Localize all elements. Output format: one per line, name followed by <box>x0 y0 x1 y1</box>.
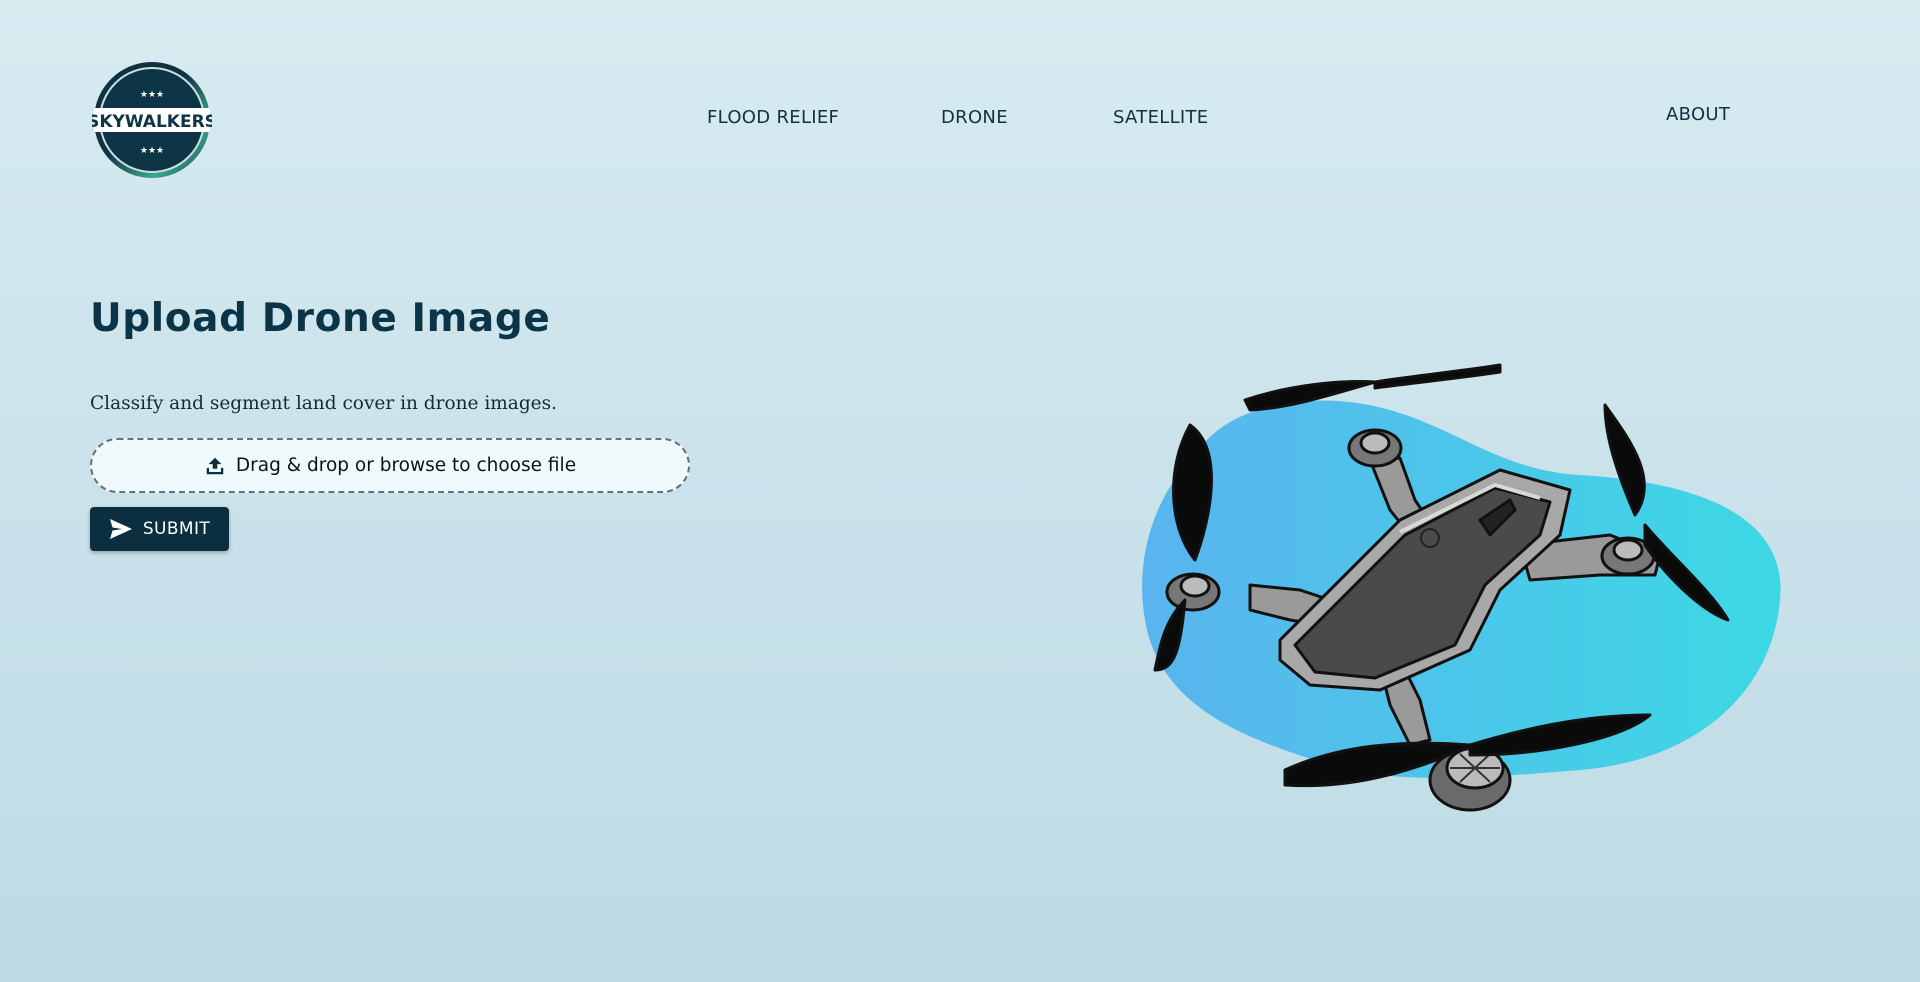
submit-button[interactable]: SUBMIT <box>90 507 229 551</box>
nav-drone[interactable]: DRONE <box>941 107 1008 128</box>
submit-label: SUBMIT <box>142 519 211 539</box>
page-title: Upload Drone Image <box>90 296 551 341</box>
svg-text:★★★: ★★★ <box>140 146 164 156</box>
main-nav: FLOOD RELIEF DRONE SATELLITE ABOUT <box>0 104 1920 131</box>
nav-about[interactable]: ABOUT <box>1666 104 1730 125</box>
drone-illustration <box>1142 363 1781 812</box>
nav-flood-relief[interactable]: FLOOD RELIEF <box>707 107 839 128</box>
upload-icon <box>206 457 224 474</box>
page-subtitle: Classify and segment land cover in drone… <box>90 393 557 414</box>
svg-text:★★★: ★★★ <box>140 90 164 100</box>
send-icon <box>109 519 132 539</box>
file-dropzone[interactable]: Drag & drop or browse to choose file <box>90 438 690 493</box>
nav-satellite[interactable]: SATELLITE <box>1113 107 1208 128</box>
dropzone-label: Drag & drop or browse to choose file <box>235 455 577 476</box>
